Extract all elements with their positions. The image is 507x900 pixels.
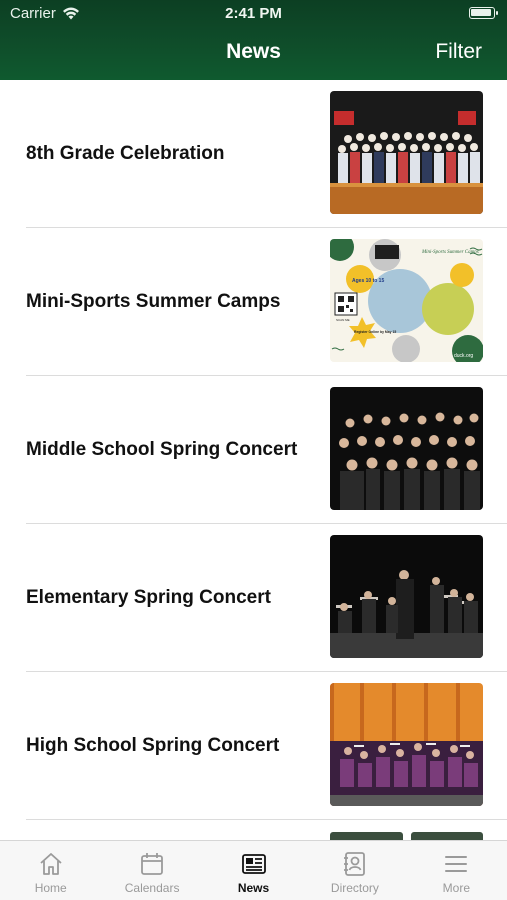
news-item-title: Mini-Sports Summer Camps <box>26 291 281 312</box>
flyer-title: Mini-Sports Summer Camps <box>421 250 479 255</box>
news-item-thumbnail <box>330 683 483 806</box>
battery-fill <box>471 9 491 16</box>
news-item-thumbnail: Ages 10 to 15 Mini-Sports Summer Camps d… <box>330 239 483 362</box>
flyer-qr-label: SCAN ME <box>336 318 350 322</box>
directory-icon <box>343 852 365 876</box>
status-bar: Carrier 2:41 PM <box>0 0 507 28</box>
status-time: 2:41 PM <box>225 5 282 22</box>
tab-directory[interactable]: Directory <box>304 841 405 900</box>
news-list: 8th Grade Celebration Mini-Sports Summer… <box>0 80 507 840</box>
flyer-url: duck.org <box>454 353 473 359</box>
tab-label: Directory <box>330 881 379 895</box>
tab-label: News <box>237 881 270 895</box>
tab-news[interactable]: News <box>203 841 304 900</box>
news-icon <box>241 854 266 874</box>
battery-icon <box>469 7 498 19</box>
tab-label: Calendars <box>124 881 180 895</box>
news-item[interactable]: High School Spring Concert <box>0 672 507 820</box>
home-icon <box>40 853 62 875</box>
flyer-ages: Ages 10 to 15 <box>352 278 384 284</box>
news-item[interactable]: Elementary Spring Concert <box>0 524 507 672</box>
tab-more[interactable]: More <box>406 841 507 900</box>
tab-home[interactable]: Home <box>0 841 101 900</box>
news-item[interactable]: Middle School Spring Concert <box>0 376 507 524</box>
app-header: Carrier 2:41 PM News Filter <box>0 0 507 80</box>
flyer-register: Register Online by May 15 <box>354 330 396 334</box>
news-item-thumbnail <box>330 91 483 214</box>
news-item-thumbnail <box>330 535 483 658</box>
news-item-title: 8th Grade Celebration <box>26 143 225 164</box>
tab-bar: Home Calendars News Directory More <box>0 840 507 900</box>
news-item[interactable]: 8th Grade Celebration <box>0 80 507 228</box>
page-title: News <box>226 40 281 63</box>
menu-icon <box>445 856 468 872</box>
news-item-title: Elementary Spring Concert <box>26 587 271 608</box>
news-item-thumbnail <box>330 387 483 510</box>
calendar-icon <box>141 853 164 875</box>
tab-label: Home <box>34 881 67 895</box>
filter-button[interactable]: Filter <box>435 40 482 64</box>
tab-calendars[interactable]: Calendars <box>101 841 202 900</box>
news-item-title: High School Spring Concert <box>26 735 280 756</box>
row-divider <box>26 819 507 820</box>
news-item-title: Middle School Spring Concert <box>26 439 298 460</box>
next-item-preview <box>330 832 483 840</box>
news-item[interactable]: Mini-Sports Summer Camps Ages 10 to 15 M… <box>0 228 507 376</box>
tab-label: More <box>442 881 470 895</box>
